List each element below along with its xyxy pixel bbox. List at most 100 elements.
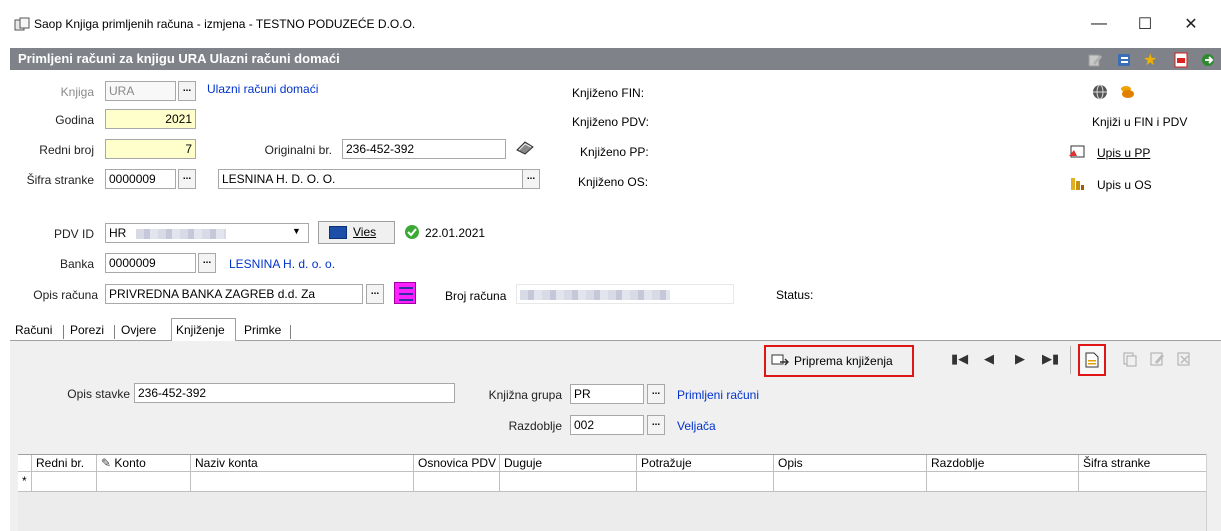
banka-link[interactable]: LESNINA H. d. o. o. [229, 257, 335, 271]
book-icon[interactable] [515, 138, 535, 156]
stranka-name-field[interactable]: LESNINA H. D. O. O. [218, 169, 540, 189]
col-potrazuje[interactable]: Potražuje [636, 455, 773, 472]
col-redni-br[interactable]: Redni br. [31, 455, 96, 472]
priprema-knjizenja-button[interactable]: Priprema knjiženja [764, 345, 914, 377]
broj-racuna-field[interactable] [516, 284, 734, 304]
check-icon [405, 225, 419, 239]
list-icon[interactable] [394, 282, 416, 304]
grupa-lookup-button[interactable]: ... [647, 384, 665, 404]
col-opis[interactable]: Opis [773, 455, 926, 472]
col-razdoblje[interactable]: Razdoblje [926, 455, 1078, 472]
opis-lookup-button[interactable]: ... [366, 284, 384, 304]
close-icon[interactable]: ✕ [1168, 12, 1214, 36]
edit-record-icon[interactable] [1149, 351, 1165, 367]
minimize-icon[interactable]: — [1076, 12, 1122, 36]
sifra-stranke-field[interactable]: 0000009 [105, 169, 176, 189]
upis-os-link[interactable]: Upis u OS [1097, 178, 1152, 192]
tab-knjizenje-label: Knjiženje [176, 323, 225, 337]
prepare-posting-icon [771, 354, 789, 366]
col-konto-label: Konto [114, 456, 146, 470]
opis-racuna-field[interactable]: PRIVREDNA BANKA ZAGREB d.d. Za [105, 284, 363, 304]
col-osnovica-pdv[interactable]: Osnovica PDV [413, 455, 499, 472]
vies-date: 22.01.2021 [425, 226, 486, 240]
banka-lookup-button[interactable]: ... [198, 253, 216, 273]
vies-button[interactable]: Vies [318, 221, 395, 244]
knjizna-grupa-label: Knjižna grupa [488, 388, 562, 402]
new-record-button[interactable] [1078, 344, 1106, 376]
knjizi-fin-pdv-link[interactable]: Knjiži u FIN i PDV [1092, 115, 1187, 129]
grid-empty-area [18, 492, 1206, 531]
tab-primke[interactable]: Primke [241, 322, 284, 340]
knjizeno-pp-label: Knjiženo PP: [580, 145, 649, 159]
knjizeno-os-label: Knjiženo OS: [578, 175, 649, 189]
pencil-icon: ✎ [101, 456, 112, 470]
upis-os-icon [1071, 178, 1084, 190]
upis-pp-icon [1069, 145, 1085, 158]
exit-icon[interactable] [1200, 52, 1216, 68]
knjiga-label: Knjiga [60, 85, 94, 99]
razdoblje-label: Razdoblje [508, 419, 562, 433]
sifra-lookup-button[interactable]: ... [178, 169, 196, 189]
knjizna-grupa-field[interactable]: PR [570, 384, 644, 404]
tree-icon[interactable] [1116, 52, 1132, 68]
favorite-star-icon[interactable]: ★ [1143, 50, 1157, 70]
col-konto[interactable]: ✎ Konto [96, 455, 190, 472]
stranka-lookup-button[interactable]: ... [522, 169, 540, 189]
col-sifra-stranke[interactable]: Šifra stranke [1078, 455, 1206, 472]
last-record-icon[interactable]: ▶▮ [1042, 351, 1059, 367]
sifra-stranke-label: Šifra stranke [26, 173, 94, 187]
razdoblje-lookup-button[interactable]: ... [647, 415, 665, 435]
upis-pp-link[interactable]: Upis u PP [1097, 146, 1150, 160]
tab-ovjere[interactable]: Ovjere [118, 322, 159, 340]
priprema-knjizenja-label: Priprema knjiženja [794, 354, 893, 368]
pdf-icon[interactable] [1173, 52, 1189, 68]
opis-stavke-field[interactable]: 236-452-392 [134, 383, 455, 403]
redacted-broj-racuna [520, 290, 670, 300]
godina-label: Godina [55, 113, 94, 127]
tab-racuni[interactable]: Računi [12, 322, 55, 340]
globe-icon[interactable] [1091, 84, 1109, 100]
knjiga-field[interactable]: URA [105, 81, 176, 101]
banka-label: Banka [59, 257, 94, 271]
copy-record-icon[interactable] [1122, 351, 1138, 367]
pdv-id-prefix: HR [109, 226, 127, 240]
knjizeno-pdv-label: Knjiženo PDV: [572, 115, 649, 129]
coins-icon[interactable] [1118, 84, 1136, 100]
redacted-pdv-id [135, 228, 226, 239]
tab-porezi[interactable]: Porezi [67, 322, 107, 340]
broj-racuna-label: Broj računa [445, 289, 507, 303]
godina-field[interactable]: 2021 [105, 109, 196, 129]
knjizeno-fin-label: Knjiženo FIN: [572, 86, 645, 100]
eu-flag-icon [329, 226, 347, 239]
tab-knjizenje-active[interactable]: Knjiženje [171, 318, 236, 341]
status-label: Status: [776, 288, 814, 302]
opis-racuna-label: Opis računa [33, 288, 98, 302]
razdoblje-link[interactable]: Veljača [677, 419, 716, 433]
vies-label: Vies [353, 225, 377, 239]
app-icon [14, 17, 30, 31]
maximize-icon[interactable]: ☐ [1122, 12, 1168, 36]
knjizna-grupa-link[interactable]: Primljeni računi [677, 388, 759, 402]
opis-stavke-label: Opis stavke [67, 387, 130, 401]
knjiga-lookup-button[interactable]: ... [178, 81, 196, 101]
first-record-icon[interactable]: ▮◀ [951, 351, 968, 367]
prev-record-icon[interactable]: ◀ [984, 351, 994, 367]
next-record-icon[interactable]: ▶ [1015, 351, 1025, 367]
pdv-id-label: PDV ID [53, 227, 94, 241]
razdoblje-field[interactable]: 002 [570, 415, 644, 435]
delete-record-icon[interactable] [1176, 351, 1192, 367]
new-document-icon [1085, 352, 1099, 368]
grid-scrollbar[interactable] [1206, 454, 1221, 531]
redni-broj-field[interactable]: 7 [105, 139, 196, 159]
originalni-field[interactable]: 236-452-392 [342, 139, 506, 159]
chevron-down-icon[interactable]: ▼ [292, 226, 301, 236]
banka-field[interactable]: 0000009 [105, 253, 196, 273]
knjiga-link[interactable]: Ulazni računi domaći [207, 82, 318, 96]
page-title: Primljeni računi za knjigu URA Ulazni ra… [18, 51, 340, 66]
redni-broj-label: Redni broj [39, 143, 94, 157]
col-naziv-konta[interactable]: Naziv konta [190, 455, 413, 472]
col-duguje[interactable]: Duguje [499, 455, 636, 472]
window-title: Saop Knjiga primljenih računa - izmjena … [34, 17, 416, 31]
edit-icon[interactable] [1087, 52, 1103, 68]
pdv-id-field[interactable]: HR [105, 223, 309, 243]
